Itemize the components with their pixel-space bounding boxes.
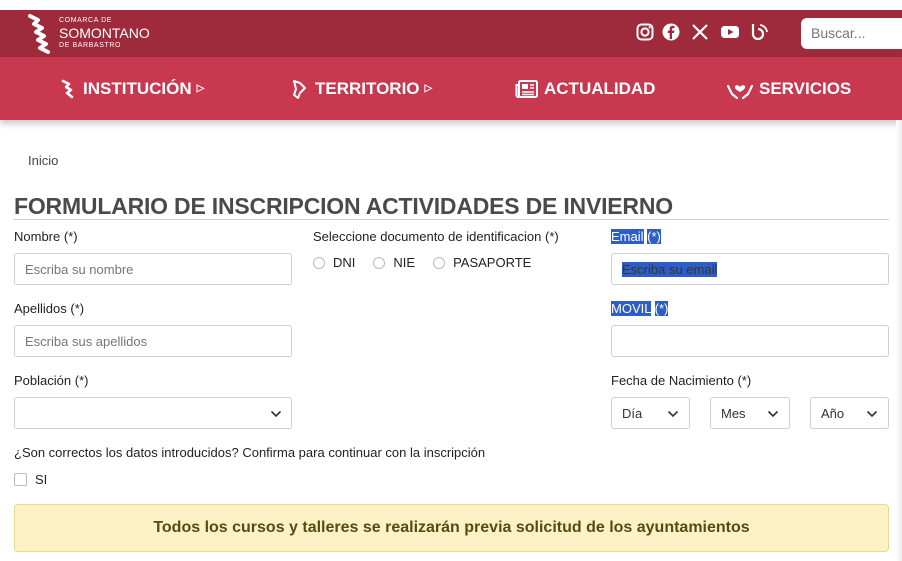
movil-field[interactable] xyxy=(611,325,889,357)
search-input[interactable] xyxy=(811,18,901,47)
breadcrumb: Inicio xyxy=(28,153,58,168)
confirm-checkbox[interactable] xyxy=(14,473,27,486)
required-mark: (*) xyxy=(70,301,85,316)
nombre-input[interactable] xyxy=(15,254,291,284)
apellidos-input[interactable] xyxy=(15,326,291,356)
poblacion-select[interactable] xyxy=(14,397,292,429)
anio-value: Año xyxy=(821,406,845,421)
header-bar: COMARCA DE SOMONTANO DE BARBASTRO xyxy=(0,10,902,57)
main-nav: INSTITUCIÓN ▷ TERRITORIO ▷ ACTUALIDAD SE… xyxy=(0,57,902,120)
nombre-field[interactable] xyxy=(14,253,292,285)
instagram-icon[interactable] xyxy=(635,22,655,42)
facebook-icon[interactable] xyxy=(661,22,681,42)
submenu-arrow-icon: ▷ xyxy=(196,83,205,94)
apellidos-label: Apellidos (*) xyxy=(14,301,84,316)
newspaper-icon xyxy=(515,79,538,98)
logo-mark-icon xyxy=(28,14,50,54)
page-title: FORMULARIO DE INSCRIPCION ACTIVIDADES DE… xyxy=(14,193,673,219)
chevron-down-icon xyxy=(767,410,779,418)
radio-dni-label: DNI xyxy=(333,255,356,270)
required-mark: (*) xyxy=(654,301,669,316)
search-box[interactable] xyxy=(801,18,902,49)
nombre-label-text: Nombre xyxy=(14,229,61,244)
services-icon xyxy=(726,84,754,99)
chevron-down-icon xyxy=(270,410,282,418)
submenu-arrow-icon: ▷ xyxy=(424,83,433,94)
territory-icon xyxy=(293,79,306,99)
documento-radio-group: DNI NIE PASAPORTE xyxy=(313,255,531,270)
radio-nie[interactable] xyxy=(373,256,386,269)
required-mark: (*) xyxy=(545,229,559,244)
movil-label: MOVIL (*) xyxy=(611,301,669,316)
confirm-option-label: SI xyxy=(35,472,48,487)
logo-line1: COMARCA DE xyxy=(59,17,113,24)
notice-banner: Todos los cursos y talleres se realizará… xyxy=(14,504,889,552)
breadcrumb-home[interactable]: Inicio xyxy=(28,153,58,168)
email-label-text: Email xyxy=(611,229,644,244)
scroll-edge xyxy=(896,120,902,561)
institution-icon xyxy=(61,79,74,98)
email-label: Email (*) xyxy=(611,229,661,244)
nav-label-servicios: SERVICIOS xyxy=(759,78,852,98)
nav-item-servicios[interactable]: SERVICIOS xyxy=(726,57,851,120)
top-strip xyxy=(0,0,902,10)
title-divider xyxy=(14,219,889,220)
mes-value: Mes xyxy=(721,406,746,421)
logo-line3: DE BARBASTRO xyxy=(59,42,122,49)
nav-item-territorio[interactable]: TERRITORIO ▷ xyxy=(288,57,432,120)
required-mark: (*) xyxy=(647,229,661,244)
nombre-label: Nombre (*) xyxy=(14,229,78,244)
email-field[interactable]: Escriba su email xyxy=(611,253,889,285)
chevron-down-icon xyxy=(667,410,679,418)
dia-value: Día xyxy=(622,406,643,421)
required-mark: (*) xyxy=(63,229,78,244)
required-mark: (*) xyxy=(74,373,89,388)
fecha-label: Fecha de Nacimiento (*) xyxy=(611,373,751,388)
notice-text: Todos los cursos y talleres se realizará… xyxy=(153,519,750,536)
nav-item-actualidad[interactable]: ACTUALIDAD xyxy=(515,57,655,120)
radio-dni[interactable] xyxy=(313,256,325,269)
documento-label-text: Seleccione documento de identificacion xyxy=(313,229,542,244)
required-mark: (*) xyxy=(737,373,752,388)
mes-select[interactable]: Mes xyxy=(710,397,790,429)
email-placeholder[interactable]: Escriba su email xyxy=(622,262,718,277)
anio-select[interactable]: Año xyxy=(810,397,889,429)
apellidos-label-text: Apellidos xyxy=(14,301,67,316)
fecha-label-text: Fecha de Nacimiento xyxy=(611,373,734,388)
nav-label-territorio: TERRITORIO xyxy=(315,78,420,98)
radio-pasaporte-label: PASAPORTE xyxy=(453,255,532,270)
poblacion-label: Población (*) xyxy=(14,373,88,388)
nav-label-institucion: INSTITUCIÓN xyxy=(83,78,192,98)
blog-icon[interactable] xyxy=(749,22,769,42)
nav-item-institucion[interactable]: INSTITUCIÓN ▷ xyxy=(58,57,204,120)
movil-label-text: MOVIL xyxy=(611,301,651,316)
logo-line2: SOMONTANO xyxy=(59,25,150,41)
chevron-down-icon xyxy=(866,410,878,418)
documento-label: Seleccione documento de identificacion (… xyxy=(313,229,559,244)
poblacion-label-text: Población xyxy=(14,373,72,388)
logo[interactable]: COMARCA DE SOMONTANO DE BARBASTRO xyxy=(24,12,150,54)
dia-select[interactable]: Día xyxy=(611,397,690,429)
youtube-icon[interactable] xyxy=(720,22,740,42)
confirm-question: ¿Son correctos los datos introducidos? C… xyxy=(14,445,486,460)
nav-label-actualidad: ACTUALIDAD xyxy=(544,78,656,98)
radio-nie-label: NIE xyxy=(393,255,416,270)
radio-pasaporte[interactable] xyxy=(433,256,446,269)
apellidos-field[interactable] xyxy=(14,325,292,357)
x-icon[interactable] xyxy=(690,22,710,42)
